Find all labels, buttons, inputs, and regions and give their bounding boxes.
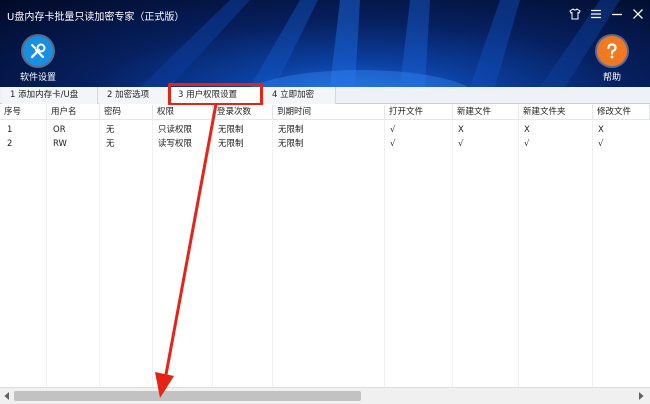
permissions-table: 序号 用户名 密码 权限 登录次数 到期时间 打开文件 新建文件 新建文件夹 修… (0, 105, 650, 387)
column-divider (518, 105, 519, 387)
tab-add-card[interactable]: 1 添加内存卡/U盘 (2, 87, 98, 104)
window-title: U盘内存卡批量只读加密专家（正式版） (7, 12, 185, 23)
tab-label: 1 添加内存卡/U盘 (10, 90, 79, 100)
table-cell[interactable]: X (594, 123, 604, 137)
app-window: U盘内存卡批量只读加密专家（正式版） 软件设置 帮助 1 添加内存卡/U盘 2 … (0, 0, 650, 404)
table-cell[interactable]: √ (386, 137, 395, 151)
column-header-new-folder[interactable]: 新建文件夹 (519, 105, 593, 120)
table-cell[interactable]: √ (594, 137, 603, 151)
tab-encrypt-options[interactable]: 2 加密选项 (99, 87, 169, 104)
table-cell[interactable]: 无限制 (274, 137, 304, 151)
table-cell[interactable]: 1 (3, 123, 12, 137)
table-cell[interactable]: X (520, 123, 530, 137)
table-cell[interactable]: 无限制 (274, 123, 304, 137)
table-cell[interactable]: RW (49, 137, 67, 151)
column-header-modify-file[interactable]: 修改文件 (593, 105, 650, 120)
column-header-index[interactable]: 序号 (0, 105, 47, 120)
column-header-permission[interactable]: 权限 (153, 105, 213, 120)
table-cell[interactable]: 无 (102, 123, 115, 137)
table-cell[interactable]: 无限制 (214, 137, 244, 151)
tab-label: 4 立即加密 (272, 90, 315, 100)
column-header-username[interactable]: 用户名 (47, 105, 100, 120)
column-header-login-count[interactable]: 登录次数 (213, 105, 273, 120)
column-divider (272, 105, 273, 387)
minimize-icon[interactable] (609, 6, 625, 22)
column-header-password[interactable]: 密码 (100, 105, 153, 120)
help-button[interactable]: 帮助 (597, 36, 627, 83)
column-divider (99, 105, 100, 387)
scroll-left-icon[interactable] (2, 391, 12, 401)
column-divider (592, 105, 593, 387)
table-cell[interactable]: 无 (102, 137, 115, 151)
horizontal-scrollbar[interactable] (0, 387, 650, 404)
column-divider (46, 105, 47, 387)
column-divider (452, 105, 453, 387)
tab-label: 2 加密选项 (107, 90, 150, 100)
settings-button[interactable]: 软件设置 (20, 36, 56, 83)
column-divider (384, 105, 385, 387)
scrollbar-thumb[interactable] (14, 391, 361, 401)
header-banner: U盘内存卡批量只读加密专家（正式版） 软件设置 帮助 (0, 0, 650, 87)
settings-label: 软件设置 (20, 73, 57, 83)
scroll-right-icon[interactable] (636, 391, 646, 401)
table-cell[interactable]: OR (49, 123, 66, 137)
column-divider (212, 105, 213, 387)
column-header-new-file[interactable]: 新建文件 (453, 105, 519, 120)
table-cell[interactable]: √ (386, 123, 395, 137)
tab-bar: 1 添加内存卡/U盘 2 加密选项 3 用户权限设置 4 立即加密 (0, 87, 650, 105)
column-divider (152, 105, 153, 387)
column-header-open-file[interactable]: 打开文件 (385, 105, 453, 120)
table-cell[interactable]: 2 (3, 137, 12, 151)
table-cell[interactable]: X (454, 123, 464, 137)
menu-icon[interactable] (588, 6, 604, 22)
table-cell[interactable]: 只读权限 (154, 123, 192, 137)
table-cell[interactable]: 无限制 (214, 123, 244, 137)
tab-encrypt-now[interactable]: 4 立即加密 (264, 87, 336, 104)
table-cell[interactable]: 读写权限 (154, 137, 192, 151)
tools-icon (23, 36, 53, 66)
table-cell[interactable]: √ (454, 137, 463, 151)
help-icon (597, 36, 627, 66)
active-tab-highlight-box (168, 83, 263, 106)
help-label: 帮助 (602, 73, 621, 83)
column-header-expiry[interactable]: 到期时间 (273, 105, 385, 120)
shirt-icon[interactable] (567, 6, 583, 22)
table-cell[interactable]: √ (520, 137, 529, 151)
close-icon[interactable] (630, 6, 646, 22)
